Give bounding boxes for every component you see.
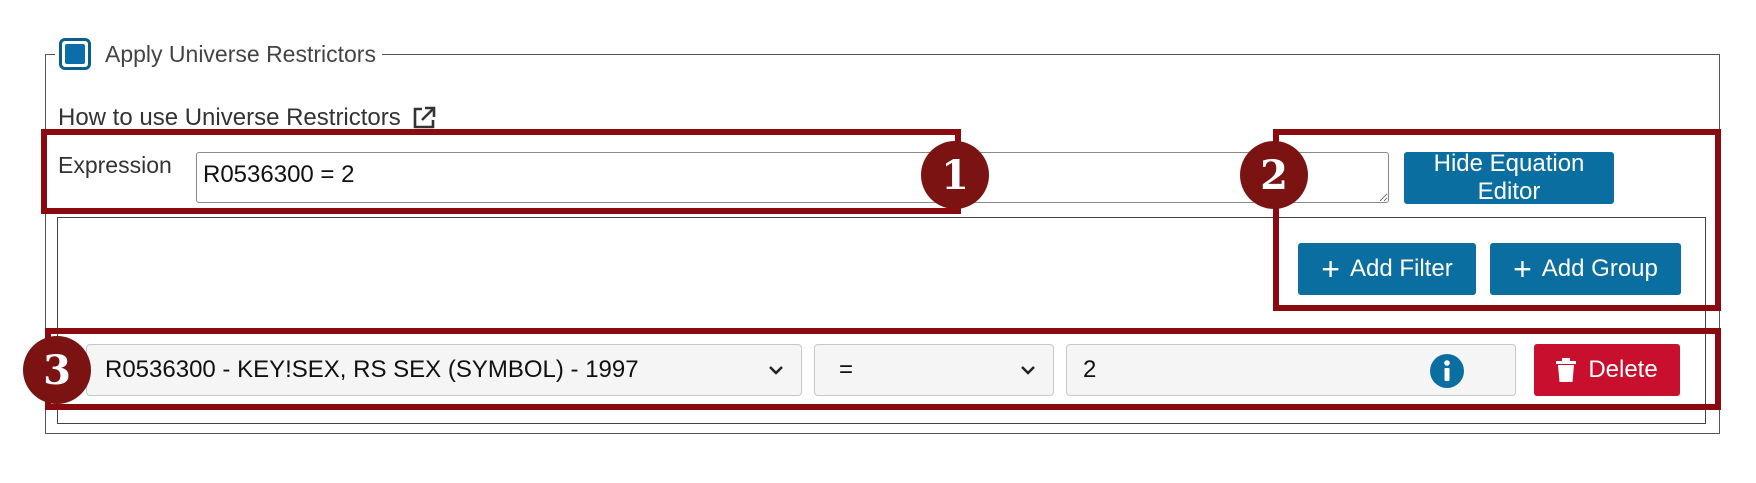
filter-value-input[interactable]: 2 [1066, 344, 1516, 396]
info-icon[interactable] [1429, 353, 1465, 389]
apply-restrictors-label: Apply Universe Restrictors [105, 40, 376, 67]
add-filter-button[interactable]: + Add Filter [1298, 243, 1476, 295]
apply-restrictors-checkbox[interactable] [59, 38, 91, 70]
variable-select-value: R0536300 - KEY!SEX, RS SEX (SYMBOL) - 19… [105, 356, 639, 383]
annotation-badge-2: 2 [1240, 141, 1308, 209]
external-link-icon [413, 106, 436, 129]
chevron-down-icon [1021, 366, 1035, 375]
delete-label: Delete [1588, 356, 1658, 383]
howto-link-text[interactable]: How to use Universe Restrictors [58, 104, 401, 132]
annotation-badge-3: 3 [23, 336, 91, 404]
operator-select[interactable]: = [814, 344, 1054, 396]
plus-icon: + [1513, 251, 1532, 287]
hide-equation-editor-button[interactable]: Hide Equation Editor [1404, 150, 1614, 205]
trash-icon [1556, 358, 1577, 382]
expression-textarea[interactable]: R0536300 = 2 [196, 152, 1389, 203]
delete-filter-button[interactable]: Delete [1534, 344, 1680, 396]
add-group-button[interactable]: + Add Group [1490, 243, 1681, 295]
restrictors-legend: Apply Universe Restrictors [55, 34, 382, 74]
filter-value-text: 2 [1083, 356, 1097, 383]
chevron-down-icon [769, 366, 783, 375]
expression-label: Expression [58, 152, 172, 178]
checkbox-checked-indicator [65, 44, 85, 64]
annotation-badge-1: 1 [921, 141, 989, 209]
add-filter-label: Add Filter [1349, 255, 1453, 282]
plus-icon: + [1321, 251, 1340, 287]
add-group-label: Add Group [1541, 255, 1658, 282]
howto-link[interactable]: How to use Universe Restrictors [58, 104, 437, 132]
operator-select-value: = [839, 356, 854, 383]
variable-select[interactable]: R0536300 - KEY!SEX, RS SEX (SYMBOL) - 19… [86, 344, 802, 396]
